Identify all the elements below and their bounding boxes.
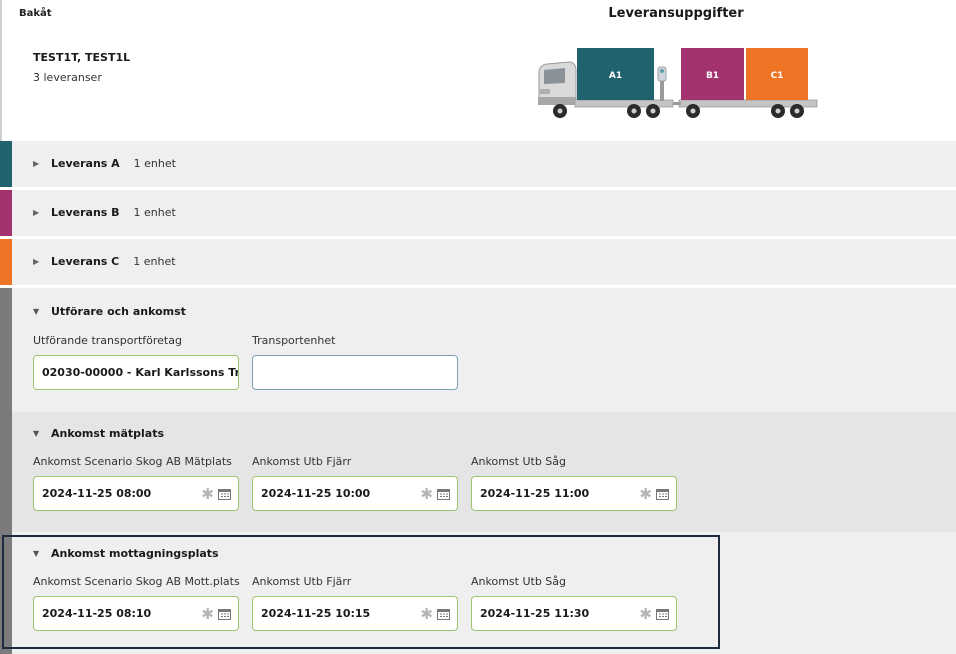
arrival-measure-header[interactable]: ▼ Ankomst mätplats xyxy=(33,427,164,440)
vehicle-id: TEST1T, TEST1L xyxy=(33,51,131,64)
delivery-c-name: Leverans C xyxy=(51,255,120,268)
delivery-a-name: Leverans A xyxy=(51,157,120,170)
calendar-icon[interactable] xyxy=(656,488,669,500)
calendar-icon[interactable] xyxy=(218,488,231,500)
transport-unit-input[interactable] xyxy=(252,355,458,390)
calendar-icon[interactable] xyxy=(437,488,450,500)
delivery-a-color-stripe xyxy=(0,141,12,187)
delivery-b-color-stripe xyxy=(0,190,12,236)
truck-illustration: A1 B1 C1 xyxy=(538,48,818,118)
left-rule xyxy=(0,0,2,141)
arrival-measure-title: Ankomst mätplats xyxy=(51,427,165,440)
executor-header[interactable]: ▼ Utförare och ankomst xyxy=(33,305,186,318)
arrival-measure-field-3[interactable]: 2024-11-25 11:00 ✱ xyxy=(471,476,677,511)
arrival-measure-label-2: Ankomst Utb Fjärr xyxy=(252,455,352,468)
delivery-a-units: 1 enhet xyxy=(133,157,176,170)
company-field[interactable]: 02030-00000 - Karl Karlssons Trans xyxy=(33,355,239,390)
arrival-measure-label-1: Ankomst Scenario Skog AB Mätplats xyxy=(33,455,232,468)
arrival-measure-field-1[interactable]: 2024-11-25 08:00 ✱ xyxy=(33,476,239,511)
container-a1-label: A1 xyxy=(609,71,622,81)
executor-title: Utförare och ankomst xyxy=(51,305,186,318)
arrival-measure-value-2: 2024-11-25 10:00 xyxy=(261,487,371,500)
truck-chassis xyxy=(574,99,674,108)
expand-arrow-icon: ▶ xyxy=(33,208,40,217)
container-b1-label: B1 xyxy=(706,71,719,81)
required-icon: ✱ xyxy=(201,484,214,503)
container-c1-label: C1 xyxy=(771,71,784,81)
delivery-b-header[interactable]: ▶ Leverans B 1 enhet xyxy=(33,206,176,219)
page-title: Leveransuppgifter xyxy=(608,6,744,21)
arrival-measure-value-3: 2024-11-25 11:00 xyxy=(480,487,590,500)
arrival-measure-label-3: Ankomst Utb Såg xyxy=(471,455,567,468)
company-label: Utförande transportföretag xyxy=(33,334,182,347)
delivery-count: 3 leveranser xyxy=(33,71,102,84)
crane-arm xyxy=(657,66,667,101)
arrival-measure-value-1: 2024-11-25 08:00 xyxy=(42,487,152,500)
transport-unit-label: Transportenhet xyxy=(252,334,336,347)
delivery-a-header[interactable]: ▶ Leverans A 1 enhet xyxy=(33,157,176,170)
highlight-frame xyxy=(2,535,720,649)
truck-cab xyxy=(538,61,577,105)
delivery-b-name: Leverans B xyxy=(51,206,120,219)
collapse-arrow-icon: ▼ xyxy=(33,307,40,316)
company-value: 02030-00000 - Karl Karlssons Trans xyxy=(42,366,238,379)
delivery-section-c[interactable]: ▶ Leverans C 1 enhet xyxy=(0,239,956,285)
expand-arrow-icon: ▶ xyxy=(33,159,40,168)
required-icon: ✱ xyxy=(639,484,652,503)
delivery-c-color-stripe xyxy=(0,239,12,285)
arrival-measure-field-2[interactable]: 2024-11-25 10:00 ✱ xyxy=(252,476,458,511)
required-icon: ✱ xyxy=(420,484,433,503)
delivery-section-a[interactable]: ▶ Leverans A 1 enhet xyxy=(0,141,956,187)
delivery-c-header[interactable]: ▶ Leverans C 1 enhet xyxy=(33,255,176,268)
back-button[interactable]: Bakåt xyxy=(19,8,52,19)
executor-panel: ▼ Utförare och ankomst Utförande transpo… xyxy=(12,288,956,412)
collapse-arrow-icon: ▼ xyxy=(33,429,40,438)
expand-arrow-icon: ▶ xyxy=(33,257,40,266)
delivery-c-units: 1 enhet xyxy=(133,255,176,268)
delivery-b-units: 1 enhet xyxy=(133,206,176,219)
arrival-measure-panel: ▼ Ankomst mätplats Ankomst Scenario Skog… xyxy=(12,412,956,532)
delivery-section-b[interactable]: ▶ Leverans B 1 enhet xyxy=(0,190,956,236)
